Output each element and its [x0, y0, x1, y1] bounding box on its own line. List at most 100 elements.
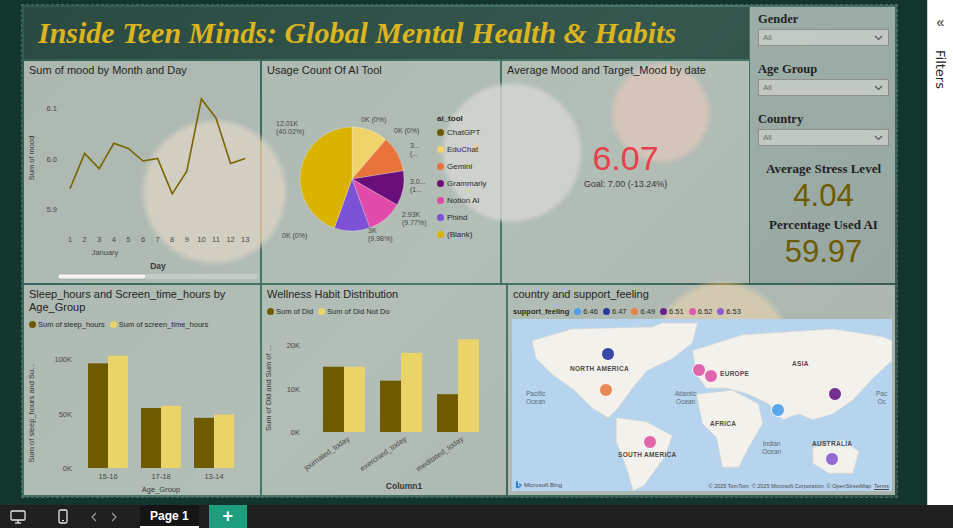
wellness-bar-chart[interactable]: Wellness Habit DistributionSum of DidSum…: [262, 285, 506, 495]
x-axis-title: Column1: [386, 481, 423, 491]
ocean-label: PacOc: [876, 390, 887, 405]
pie-data-label: 3...(...: [410, 142, 420, 158]
legend-label: EduChat: [447, 145, 478, 154]
top-section: Inside Teen Minds: Global Mental Health …: [24, 7, 895, 283]
map-bubble[interactable]: [601, 347, 615, 361]
card[interactable]: Average Stress Level4.04: [758, 161, 889, 217]
page-tab[interactable]: Page 1: [140, 505, 199, 528]
scrollbar-thumb[interactable]: [58, 274, 146, 279]
legend-dot-icon: [437, 180, 444, 187]
filters-label[interactable]: Filters: [933, 50, 948, 89]
legend-dot-icon: [437, 146, 444, 153]
slicer-dropdown[interactable]: All: [758, 79, 889, 96]
ai-tool-pie-chart[interactable]: Usage Count Of AI Tool12.01K(40.02%)0K (…: [262, 61, 500, 283]
x-tick: 10: [197, 235, 205, 244]
x-tick: 6: [141, 235, 145, 244]
x-axis-title: Age_Group: [142, 485, 180, 494]
map-bubble[interactable]: [771, 403, 785, 417]
legend-item[interactable]: Sum of screen_time_hours: [110, 320, 209, 329]
next-page-icon[interactable]: [110, 512, 118, 522]
card-label: Average Stress Level: [766, 161, 881, 177]
scrollbar-track[interactable]: [58, 274, 258, 279]
map-bubble[interactable]: [643, 435, 657, 449]
visual-title: Average Mood and Target_Mood by date: [502, 61, 749, 80]
ocean: [512, 319, 892, 491]
sleep-screen-bar-chart[interactable]: Sleep_hours and Screen_time_hours by Age…: [24, 285, 260, 495]
collapse-button[interactable]: «: [937, 14, 945, 30]
pie-label-line: 0K (0%): [361, 116, 386, 124]
x-tick: 15-16: [98, 472, 117, 481]
legend-item[interactable]: 6.51: [660, 307, 684, 316]
bar[interactable]: [88, 363, 108, 468]
ocean-label-line: Ocean: [526, 398, 545, 406]
bar[interactable]: [161, 406, 181, 468]
legend-label: (Blank): [447, 230, 472, 239]
legend-label: Grammarly: [447, 179, 487, 188]
card-label: Percentage Used AI: [769, 217, 878, 233]
legend-item[interactable]: Phind: [437, 211, 500, 224]
legend-item[interactable]: Sum of sleep_hours: [29, 320, 105, 329]
legend-item[interactable]: 6.53: [717, 307, 741, 316]
mood-line-chart[interactable]: Sum of mood by Month and Day6.16.05.9Sum…: [24, 61, 260, 283]
support-map[interactable]: country and support_feelingsupport_feeli…: [508, 285, 895, 495]
mood-kpi[interactable]: Average Mood and Target_Mood by date6.07…: [502, 61, 749, 283]
card-value: 4.04: [793, 177, 853, 215]
legend-item[interactable]: 6.52: [689, 307, 713, 316]
legend-item[interactable]: Sum of Did Not Do: [318, 307, 390, 316]
terms-link[interactable]: Terms: [874, 483, 889, 489]
pie-label-line: (...: [410, 150, 420, 158]
desktop-view-icon[interactable]: [10, 510, 26, 524]
legend-item[interactable]: (Blank): [437, 228, 500, 241]
legend-item[interactable]: 6.47: [603, 307, 627, 316]
bar[interactable]: [437, 394, 458, 432]
legend-item[interactable]: 6.46: [574, 307, 598, 316]
mobile-view-icon[interactable]: [58, 509, 68, 524]
map-bubble[interactable]: [599, 383, 613, 397]
pie-label-line: 3...: [410, 142, 420, 150]
x-tick: 11: [212, 235, 220, 244]
bar[interactable]: [458, 339, 479, 432]
slicer-dropdown[interactable]: All: [758, 129, 889, 146]
pie-label-line: 12.01K: [276, 120, 304, 128]
chart-legend: Sum of Did Sum of Did Not Do: [262, 304, 506, 318]
map-area[interactable]: PacificOceanAtlanticOceanIndianOceanPacO…: [512, 319, 892, 491]
legend-item[interactable]: Sum of Did: [267, 307, 313, 316]
card[interactable]: Percentage Used AI59.97: [758, 217, 889, 273]
pie-slice[interactable]: [300, 127, 352, 228]
legend-item[interactable]: Notion AI: [437, 194, 500, 207]
bar[interactable]: [380, 381, 401, 432]
x-tick: meditated_today: [415, 434, 466, 473]
legend-item[interactable]: 6.49: [631, 307, 655, 316]
bar[interactable]: [194, 418, 214, 468]
previous-page-icon[interactable]: [90, 512, 98, 522]
title-band: Inside Teen Minds: Global Mental Health …: [24, 7, 749, 59]
page-bar: Page 1 +: [0, 505, 953, 528]
ocean-label-line: Ocean: [762, 448, 781, 456]
bar[interactable]: [401, 353, 422, 432]
bar[interactable]: [344, 367, 365, 432]
bar[interactable]: [323, 367, 344, 432]
bar[interactable]: [108, 356, 128, 468]
y-tick: 6.0: [47, 155, 57, 164]
slicer: GenderAll: [758, 11, 889, 46]
map-bubble[interactable]: [704, 369, 718, 383]
legend-item[interactable]: ChatGPT: [437, 126, 500, 139]
bar[interactable]: [141, 408, 161, 468]
map-bubble[interactable]: [828, 387, 842, 401]
x-tick: 3: [97, 235, 101, 244]
pie-label-line: 3K: [368, 227, 393, 235]
bing-brand: Microsoft Bing: [515, 481, 562, 489]
legend-label: 6.49: [640, 307, 655, 316]
slicer-dropdown[interactable]: All: [758, 29, 889, 46]
x-tick: 1: [68, 235, 72, 244]
legend-label: 6.47: [612, 307, 627, 316]
slicer: CountryAll: [758, 111, 889, 146]
legend-item[interactable]: Grammarly: [437, 177, 500, 190]
legend-dot-icon: [110, 321, 117, 328]
add-page-button[interactable]: +: [209, 505, 247, 528]
legend-label: 6.52: [698, 307, 713, 316]
legend-item[interactable]: Gemini: [437, 160, 500, 173]
bar[interactable]: [214, 415, 234, 468]
map-bubble[interactable]: [825, 452, 839, 466]
legend-item[interactable]: EduChat: [437, 143, 500, 156]
